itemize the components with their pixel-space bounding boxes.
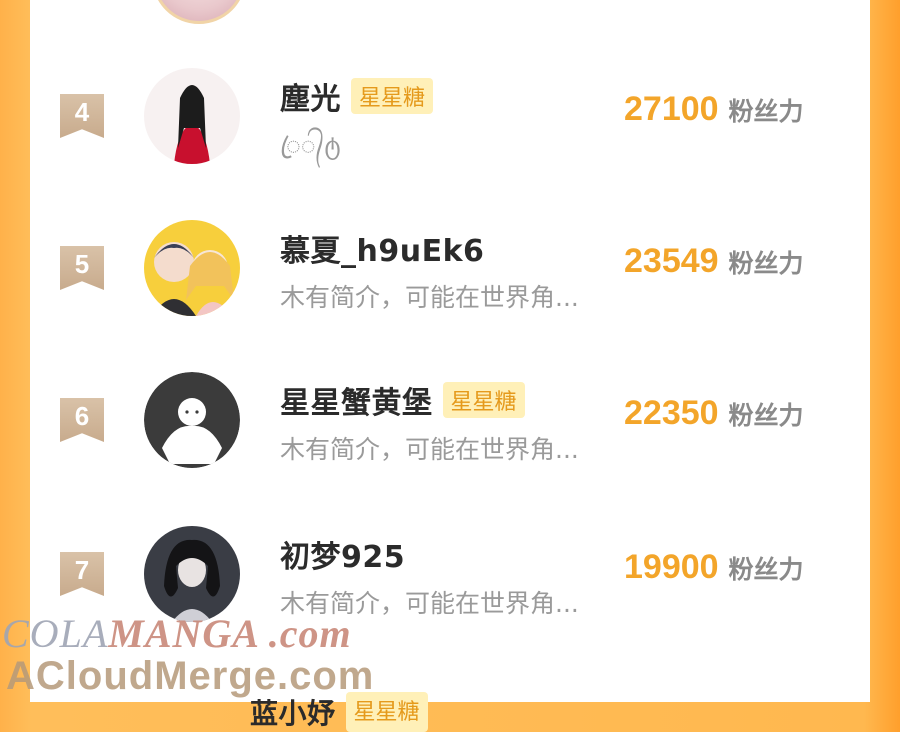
vip-badge: 星星糖 <box>351 78 434 114</box>
user-bio: 木有简介，可能在世界角... <box>280 283 579 312</box>
rank-badge: 6 <box>60 398 104 442</box>
user-name[interactable]: 星星蟹黄堡 <box>280 378 433 422</box>
watermark-part: MANGA <box>108 611 258 656</box>
watermark-part: .com <box>257 611 352 656</box>
user-name-group: 慕夏_h9uEk6 <box>280 226 484 270</box>
avatar[interactable] <box>144 68 240 164</box>
user-bio: 木有简介，可能在世界角... <box>280 435 579 464</box>
user-name[interactable]: 慕夏_h9uEk6 <box>280 226 484 270</box>
rank-badge: 5 <box>60 246 104 290</box>
ranking-row[interactable]: 4 塵光 星星糖 ꦿ᭄ტ 27100 粉丝力 <box>30 68 870 178</box>
fan-score: 23549 粉丝力 <box>624 242 804 281</box>
user-name-group: 星星蟹黄堡 星星糖 <box>280 378 525 422</box>
user-name-group: 初梦925 <box>280 532 405 576</box>
watermark-part: COLA <box>2 611 109 656</box>
score-unit: 粉丝力 <box>728 555 804 584</box>
ranking-row[interactable]: 5 慕夏_h9uEk6 木有简介，可能在世界角... 23549 粉丝力 <box>30 220 870 330</box>
avatar[interactable] <box>144 220 240 316</box>
ranking-row[interactable]: 6 星星蟹黄堡 星星糖 木有简介，可能在世界角... 22350 粉丝力 <box>30 372 870 482</box>
default-avatar-icon[interactable] <box>144 372 240 468</box>
avatar[interactable] <box>144 526 240 622</box>
user-bio: ꦿ᭄ტ <box>280 131 341 160</box>
rank-badge: 4 <box>60 94 104 138</box>
score-unit: 粉丝力 <box>728 97 804 126</box>
fan-score: 22350 粉丝力 <box>624 394 804 433</box>
score-unit: 粉丝力 <box>728 401 804 430</box>
user-name-group: 塵光 星星糖 <box>280 74 434 118</box>
score-value: 19900 <box>624 548 719 586</box>
fan-score: 27100 粉丝力 <box>624 90 804 129</box>
fan-score: 19900 粉丝力 <box>624 548 804 587</box>
user-name[interactable]: 塵光 <box>280 74 341 118</box>
score-value: 23549 <box>624 242 719 280</box>
watermark-colamanga: COLAMANGA .com <box>2 610 352 657</box>
vip-badge: 星星糖 <box>442 382 525 418</box>
score-value: 22350 <box>624 394 719 432</box>
watermark-acloudmerge: ACloudMerge.com <box>6 654 375 698</box>
score-value: 27100 <box>624 90 719 128</box>
score-unit: 粉丝力 <box>728 249 804 278</box>
user-name[interactable]: 初梦925 <box>280 532 405 576</box>
rank-badge: 7 <box>60 552 104 596</box>
